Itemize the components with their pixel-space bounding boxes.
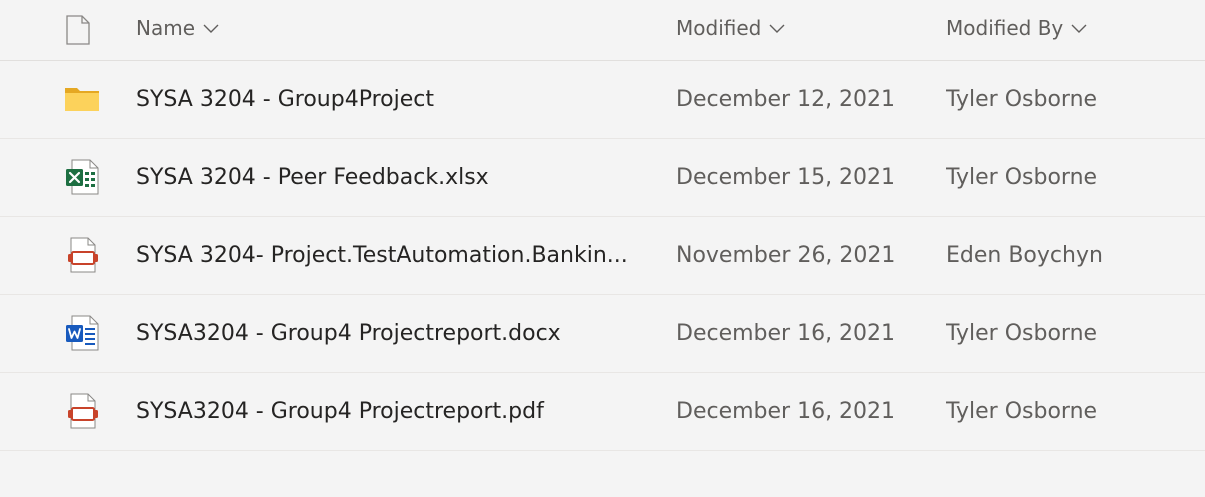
file-name-link[interactable]: SYSA3204 - Group4 Projectreport.docx bbox=[136, 320, 636, 348]
table-row[interactable]: SYSA3204 - Group4 Projectreport.docx Dec… bbox=[0, 295, 1205, 373]
file-list: Name Modified Modified By SYSA 3204 - Gr… bbox=[0, 0, 1205, 497]
modified-by: Tyler Osborne bbox=[946, 165, 1098, 190]
folder-icon bbox=[65, 88, 99, 111]
word-file-icon bbox=[66, 315, 99, 351]
modified-column-label: Modified bbox=[676, 16, 762, 40]
modified-by-column-header[interactable]: Modified By bbox=[946, 16, 1088, 40]
column-header-row: Name Modified Modified By bbox=[0, 0, 1205, 61]
file-name-link[interactable]: SYSA 3204 - Peer Feedback.xlsx bbox=[136, 164, 636, 192]
modified-by: Eden Boychyn bbox=[946, 243, 1103, 268]
chevron-down-icon bbox=[203, 24, 219, 33]
modified-date: December 15, 2021 bbox=[676, 165, 896, 190]
file-name-link[interactable]: SYSA3204 - Group4 Projectreport.pdf bbox=[136, 398, 636, 426]
chevron-down-icon bbox=[769, 24, 785, 33]
table-row[interactable]: SYSA3204 - Group4 Projectreport.pdf Dece… bbox=[0, 373, 1205, 451]
modified-date: December 16, 2021 bbox=[676, 399, 896, 424]
chevron-down-icon bbox=[1071, 24, 1087, 33]
modified-date: December 16, 2021 bbox=[676, 321, 896, 346]
table-row[interactable]: SYSA 3204 - Peer Feedback.xlsx December … bbox=[0, 139, 1205, 217]
modified-by-column-label: Modified By bbox=[946, 16, 1064, 40]
modified-by: Tyler Osborne bbox=[946, 321, 1098, 346]
modified-by: Tyler Osborne bbox=[946, 399, 1098, 424]
modified-date: December 12, 2021 bbox=[676, 87, 896, 112]
file-type-header-icon[interactable] bbox=[66, 15, 90, 45]
file-name-link[interactable]: SYSA 3204- Project.TestAutomation.Bankin… bbox=[136, 242, 636, 270]
name-column-header[interactable]: Name bbox=[136, 16, 220, 40]
table-row[interactable]: SYSA 3204 - Group4Project December 12, 2… bbox=[0, 61, 1205, 139]
modified-date: November 26, 2021 bbox=[676, 243, 896, 268]
pdf-file-icon bbox=[68, 237, 98, 273]
excel-file-icon bbox=[66, 159, 99, 195]
table-row[interactable]: SYSA 3204- Project.TestAutomation.Bankin… bbox=[0, 217, 1205, 295]
pdf-file-icon bbox=[68, 393, 98, 429]
name-column-label: Name bbox=[136, 16, 196, 40]
modified-column-header[interactable]: Modified bbox=[676, 16, 786, 40]
file-name-link[interactable]: SYSA 3204 - Group4Project bbox=[136, 86, 636, 114]
modified-by: Tyler Osborne bbox=[946, 87, 1098, 112]
